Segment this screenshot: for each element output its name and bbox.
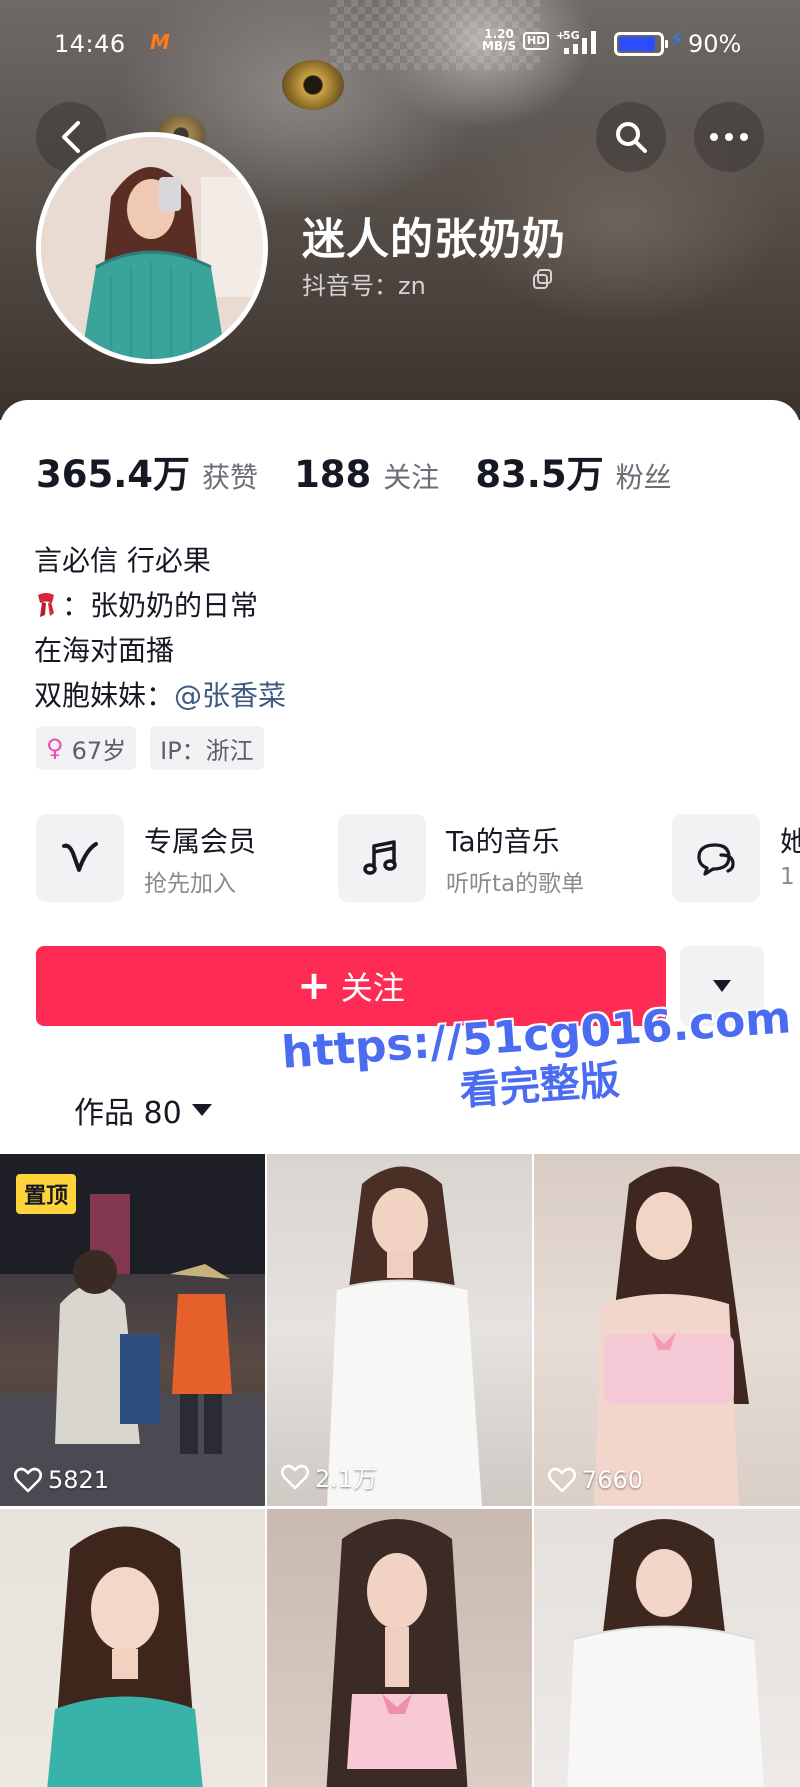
like-count-value: 5821 — [48, 1466, 110, 1494]
following-count[interactable]: 188 — [294, 453, 371, 496]
bio-line: 双胞妹妹：@张香菜 — [34, 673, 286, 718]
video-tile[interactable] — [267, 1509, 532, 1787]
age-tag: ♀ 67岁 — [36, 726, 137, 770]
follow-button-label: 关注 — [340, 969, 405, 1007]
battery-fill — [619, 37, 655, 51]
vip-v-icon-box — [36, 814, 124, 902]
bio-line: 在海对面播 — [34, 634, 175, 667]
following-label[interactable]: 关注 — [383, 456, 439, 496]
music-note-icon — [363, 840, 397, 875]
bio-line: 言必信 行必果 — [34, 544, 211, 577]
bio-line: ：张奶奶的日常 — [34, 583, 286, 628]
signal-icon: + 5G — [556, 29, 596, 54]
ellipsis-icon — [710, 133, 748, 141]
video-thumbnail — [567, 1519, 764, 1787]
followers-label[interactable]: 粉丝 — [616, 456, 672, 496]
cover-cat-eye — [282, 60, 344, 110]
avatar[interactable] — [36, 132, 268, 364]
chat-icon-box — [672, 814, 760, 902]
caret-down-icon — [713, 980, 731, 992]
video-thumbnail — [47, 1526, 203, 1787]
avatar-photo — [41, 137, 263, 359]
battery-percent: 90% — [688, 30, 742, 58]
battery-icon — [614, 32, 668, 56]
search-icon — [616, 122, 647, 153]
profile-stats: 365.4万 获赞 188 关注 83.5万 粉丝 — [36, 444, 708, 498]
like-count-value: 7660 — [582, 1466, 644, 1494]
scarf-emoji-icon — [38, 593, 54, 617]
ip-location-tag: IP：浙江 — [150, 726, 264, 770]
douyin-id: 抖音号：zn — [302, 272, 426, 300]
likes-count: 365.4万 — [36, 453, 191, 496]
bio-line-text: 双胞妹妹： — [34, 679, 175, 712]
net-speed: 1.20 MB/S — [482, 28, 516, 52]
profile-username: 迷人的张奶奶 — [302, 215, 566, 265]
net-speed-unit: MB/S — [482, 39, 517, 53]
followers-count[interactable]: 83.5万 — [475, 444, 603, 498]
tab-works-label: 作品 80 — [74, 1096, 182, 1131]
carrier-logo-icon: M — [150, 30, 170, 54]
profile-tags: ♀ 67岁 IP：浙江 — [36, 726, 264, 770]
plus-icon: + — [297, 963, 331, 1009]
video-like-count: 5821 — [14, 1466, 109, 1494]
status-time: 14:46 — [54, 30, 126, 58]
feature-subtitle: 抢先加入 — [144, 871, 236, 897]
video-thumbnail — [326, 1519, 468, 1787]
feature-subtitle: 听听ta的歌单 — [446, 871, 585, 897]
feature-title: Ta的音乐 — [446, 825, 560, 858]
feature-subtitle: 1 — [780, 864, 795, 890]
video-thumbnail — [327, 1166, 482, 1506]
video-tile[interactable] — [0, 1509, 265, 1787]
likes-label: 获赞 — [202, 461, 259, 494]
mention-link[interactable]: @张香菜 — [174, 679, 286, 712]
feature-title: 她 — [780, 825, 800, 858]
pinned-badge: 置顶 — [16, 1174, 77, 1214]
female-gender-icon: ♀ — [46, 734, 64, 762]
video-tile[interactable]: 7660 — [534, 1154, 800, 1506]
feature-title: 专属会员 — [144, 825, 257, 858]
video-tile[interactable]: 置顶 5821 — [0, 1154, 265, 1506]
search-button[interactable] — [596, 102, 666, 172]
heart-icon — [548, 1467, 576, 1493]
charging-bolt-icon: ⚡ — [669, 28, 685, 53]
copy-icon[interactable] — [532, 268, 554, 290]
back-arrow-icon — [62, 121, 80, 153]
heart-icon — [281, 1464, 309, 1489]
ip-tag-label: IP：浙江 — [160, 736, 254, 765]
more-options-button[interactable] — [694, 102, 764, 172]
video-like-count: 7660 — [548, 1466, 643, 1494]
feature-chat[interactable]: 她 1 — [672, 814, 800, 902]
profile-bio: 言必信 行必果 ：张奶奶的日常 在海对面播 双胞妹妹：@张香菜 — [34, 538, 286, 718]
video-tile[interactable] — [534, 1509, 800, 1787]
music-icon-box — [338, 814, 426, 902]
video-grid: 置顶 5821 2.1万 7660 — [0, 1154, 800, 1787]
like-count-value: 2.1万 — [315, 1465, 378, 1493]
bio-line-text: ：张奶奶的日常 — [62, 589, 259, 622]
heart-icon — [14, 1467, 42, 1493]
age-tag-label: 67岁 — [71, 736, 127, 765]
caret-down-icon — [191, 1104, 212, 1116]
tab-works[interactable]: 作品 80 — [74, 1088, 212, 1132]
video-tile[interactable]: 2.1万 — [267, 1154, 532, 1506]
feature-vip-membership[interactable]: 专属会员 抢先加入 — [36, 814, 296, 902]
status-bar: 14:46 M 1.20 MB/S HD + 5G ⚡ 90% — [0, 22, 800, 66]
svg-text:5G: 5G — [563, 29, 580, 42]
chat-bubbles-icon — [697, 843, 735, 876]
video-like-count: 2.1万 — [281, 1459, 377, 1494]
video-thumbnail — [594, 1166, 749, 1506]
hd-badge: HD — [523, 32, 550, 50]
vip-v-icon — [62, 842, 98, 872]
feature-music[interactable]: Ta的音乐 听听ta的歌单 — [338, 814, 598, 902]
